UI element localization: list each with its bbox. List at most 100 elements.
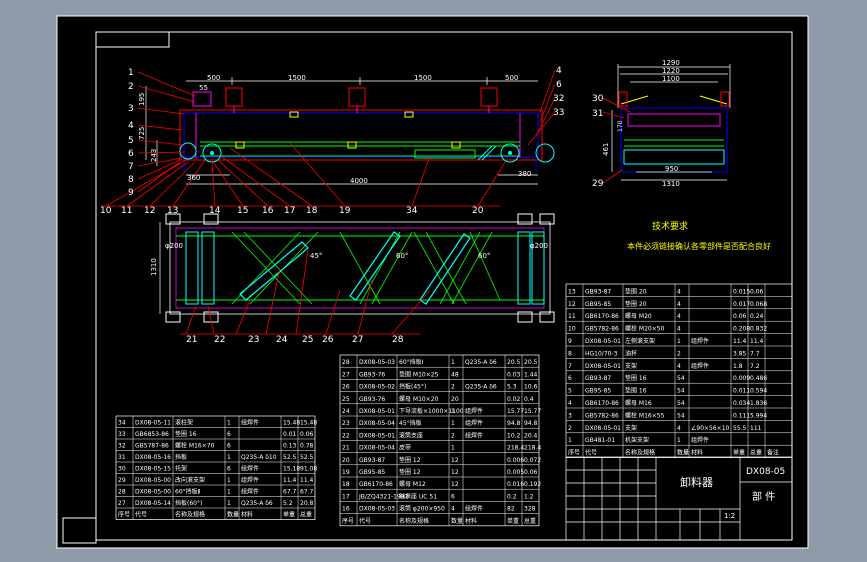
bom-cell: 54 [677,388,685,395]
bom-cell: 滚筒 φ200×950 [399,505,445,513]
bom-cell: 52.5 [300,454,314,461]
bom-cell: 21 [342,445,350,452]
bom-cell: DX08-05-03 [359,506,395,513]
bom-cell: 4 [451,506,455,513]
balloon-31: 31 [592,109,603,119]
bom-cell: 4 [677,363,681,370]
bom-cell: 螺栓 M16×70 [175,442,215,450]
bom-cell: DX08-05-04 [359,420,395,427]
balloon-2: 2 [128,82,134,92]
bom-cell: 垫圈 M10×25 [399,370,439,378]
bom-cell: 45°挡板 [399,419,422,427]
bom-cell: 组焊件 [241,476,259,484]
bom-cell: 7 [568,363,572,370]
bom-cell: 0.03 [507,371,521,378]
bom-cell: 94.8 [507,420,521,427]
bom-cell: 2 [568,425,572,432]
bom-cell: 17 [342,493,350,500]
bom-cell: 4 [677,313,681,320]
bom-cell: 6 [568,375,572,382]
cad-drawing-canvas: 500 1500 1500 500 55 195 725 243 360 380… [56,15,809,549]
drawing-name: 卸料器 [680,475,713,489]
bom-header-cell: 名称及规格 [399,517,429,525]
bom-cell: 0.06 [750,288,764,295]
bom-cell: 油杯 [625,349,637,357]
bom-cell: 滚筒支座 [399,431,423,439]
balloon-25: 25 [302,335,313,345]
bom-cell: 组焊件 [241,419,259,427]
bom-cell: Q235-A δ6 [465,359,497,366]
balloon-23: 23 [248,335,259,345]
bom-cell: 2 [451,432,455,439]
bom-cell: 55.5 [733,425,747,432]
bom-cell: 0.034 [733,400,750,407]
bom-cell: GB95-85 [359,469,385,476]
plan-dim-phi-left: φ200 [165,242,183,250]
bom-cell: 4 [677,288,681,295]
bom-cell: 31 [118,454,126,461]
bom-cell: 34 [118,420,126,427]
bom-cell: 6 [227,443,231,450]
balloon-26: 26 [322,335,334,345]
bom-cell: 1 [451,420,455,427]
balloon-r-6: 6 [556,80,562,90]
bom-cell: 6 [227,466,231,473]
bom-cell: 挡板(45°) [399,383,426,391]
dim-top-500-left: 500 [207,74,220,82]
bom-cell: GB95-85 [585,301,611,308]
balloon-34: 34 [406,206,418,216]
bom-cell: 螺母 M12 [399,480,426,488]
side-dim-1100: 1100 [662,75,680,83]
bom-cell: 67.7 [283,489,297,496]
bom-cell: 1 [227,489,231,496]
bom-cell: 82 [507,506,515,513]
dim-195: 195 [138,93,146,106]
bom-cell: 0.24 [750,313,764,320]
bom-cell: 0.016 [507,481,524,488]
bom-header-cell: 名称及规格 [175,511,205,519]
bom-cell: 垫圈 12 [399,456,421,464]
bom-cell: 1 [451,445,455,452]
bom-cell: 10.6 [524,384,538,391]
bom-header-cell: 代号 [585,449,597,457]
side-dim-1290: 1290 [662,59,680,67]
balloon-16: 16 [262,206,274,216]
bom-cell: DX08-05-01 [585,363,621,370]
bom-header-cell: 总重 [300,511,312,519]
balloon-18: 18 [306,206,318,216]
bom-cell: 52.5 [283,454,297,461]
bom-cell: 60°挡板Ⅰ [399,358,424,366]
bom-cell: DX08-05-01 [585,338,621,345]
bom-cell: 组焊件 [465,407,483,415]
bom-cell: 5 [568,388,572,395]
dim-4000: 4000 [350,177,368,185]
bom-cell: 4 [677,301,681,308]
bom-cell: 10.2 [507,432,521,439]
bom-cell: 组焊件 [465,419,483,427]
bom-cell: 1.836 [750,400,767,407]
balloon-17: 17 [284,206,295,216]
bom-cell: 托架 [175,465,187,473]
bom-cell: 30 [118,466,126,473]
bom-cell: 1.8 [733,363,743,370]
bom-cell: 1.44 [524,371,538,378]
bom-cell: 1.2 [524,493,534,500]
bom-cell: 0.011 [733,388,750,395]
bom-header-cell: 代号 [359,517,371,525]
balloon-5: 5 [128,136,134,146]
bom-cell: 11 [568,313,576,320]
bom-cell: 24 [342,408,350,415]
bom-cell: 19 [342,469,350,476]
bom-cell: GB93-87 [359,457,385,464]
bom-cell: 4 [677,326,681,333]
bom-cell: 0.005 [507,469,524,476]
bom-cell: 12 [451,469,459,476]
bom-header-cell: 代号 [135,511,147,519]
bom-cell: ∠90×56×10 [691,425,730,432]
side-dim-170: 170 [617,120,624,132]
plan-angle-45: 45° [310,252,322,260]
bom-cell: 0.06 [524,469,538,476]
bom-cell: 54 [677,412,685,419]
bom-cell: 13 [568,288,576,295]
bom-cell: 94.8 [524,420,538,427]
